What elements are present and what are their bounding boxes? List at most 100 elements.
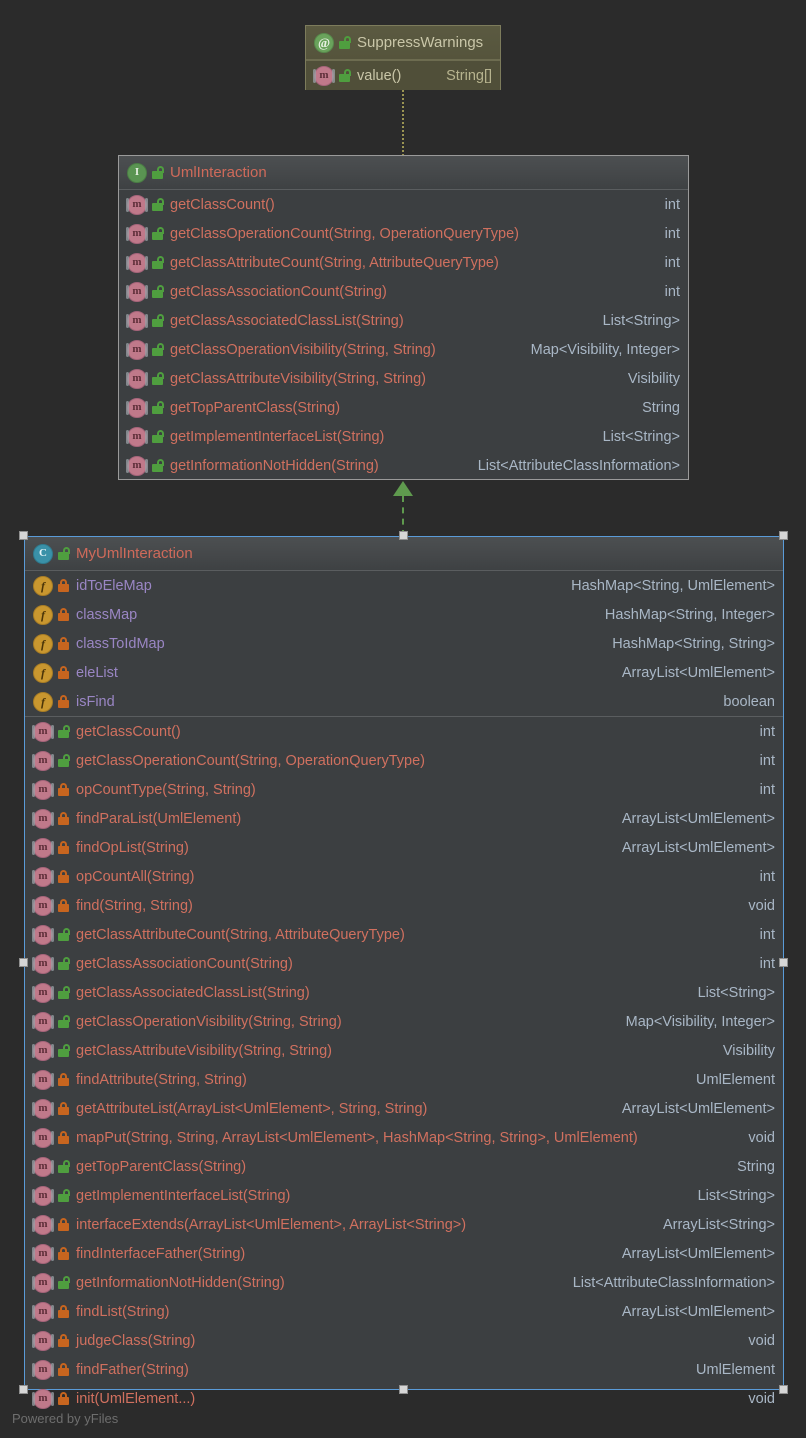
public-lock-icon — [152, 285, 164, 298]
method-row[interactable]: m getClassAttributeVisibility(String, Str… — [25, 1036, 783, 1065]
method-icon: m — [32, 1301, 54, 1322]
method-row[interactable]: m interfaceExtends(ArrayList<UmlElement>,… — [25, 1210, 783, 1239]
member-return-type: String[] — [446, 67, 492, 84]
private-lock-icon — [58, 1131, 69, 1144]
method-row[interactable]: m getTopParentClass(String) String — [25, 1152, 783, 1181]
method-name: getTopParentClass(String) — [170, 399, 341, 416]
method-icon: m — [32, 1069, 54, 1090]
method-row[interactable]: m getAttributeList(ArrayList<UmlElement>,… — [25, 1094, 783, 1123]
method-row[interactable]: m findInterfaceFather(String) ArrayList<Um… — [25, 1239, 783, 1268]
public-lock-icon — [152, 459, 164, 472]
public-lock-icon — [152, 198, 164, 211]
method-name: findFather(String) — [76, 1361, 189, 1378]
method-row[interactable]: m getClassOperationVisibility(String, Str… — [25, 1007, 783, 1036]
method-icon: m — [126, 339, 148, 360]
method-row[interactable]: m findParaList(UmlElement) ArrayList<UmlEl… — [25, 804, 783, 833]
selection-handle-top-left[interactable] — [19, 531, 28, 540]
field-row[interactable]: f isFind boolean — [25, 687, 783, 716]
class-to-interface-edge — [402, 496, 404, 536]
method-name: getClassCount() — [170, 196, 275, 213]
node-suppresswarnings[interactable]: @ SuppressWarnings m value() String[] — [305, 25, 501, 90]
public-lock-icon — [58, 1044, 70, 1057]
selection-handle-top-right[interactable] — [779, 531, 788, 540]
method-row[interactable]: m getClassCount() int — [119, 190, 688, 219]
selection-handle-bottom-right[interactable] — [779, 1385, 788, 1394]
class-icon: C — [33, 543, 53, 564]
method-row[interactable]: m getClassCount() int — [25, 717, 783, 746]
selection-handle-top-center[interactable] — [399, 531, 408, 540]
method-icon: m — [32, 1272, 54, 1293]
private-lock-icon — [58, 1334, 69, 1347]
return-type: HashMap<String, String> — [612, 635, 775, 652]
field-row[interactable]: f classMap HashMap<String, Integer> — [25, 600, 783, 629]
selection-handle-middle-left[interactable] — [19, 958, 28, 967]
method-row[interactable]: m getClassAssociatedClassList(String) List… — [119, 306, 688, 335]
method-icon: m — [313, 65, 335, 86]
method-icon: m — [32, 1098, 54, 1119]
method-row[interactable]: m opCountType(String, String) int — [25, 775, 783, 804]
selection-handle-middle-right[interactable] — [779, 958, 788, 967]
return-type: ArrayList<String> — [662, 1216, 775, 1233]
node-myumlinteraction[interactable]: C MyUmlInteraction f idToEleMap HashMap<St… — [24, 536, 784, 1409]
method-row[interactable]: m find(String, String) void — [25, 891, 783, 920]
method-row[interactable]: m getInformationNotHidden(String) List<Att… — [119, 451, 688, 480]
field-row[interactable]: f eleList ArrayList<UmlElement> — [25, 658, 783, 687]
return-type: int — [664, 196, 680, 213]
method-row[interactable]: m opCountAll(String) int — [25, 862, 783, 891]
method-row[interactable]: m mapPut(String, String, ArrayList<UmlEle… — [25, 1123, 783, 1152]
private-lock-icon — [58, 1363, 69, 1376]
public-lock-icon — [152, 430, 164, 443]
method-row[interactable]: m getClassAssociatedClassList(String) List… — [25, 978, 783, 1007]
method-row[interactable]: m getClassAttributeVisibility(String, Str… — [119, 364, 688, 393]
field-row[interactable]: f idToEleMap HashMap<String, UmlElement> — [25, 571, 783, 600]
method-name: getClassAssociatedClassList(String) — [76, 984, 310, 1001]
private-lock-icon — [58, 579, 69, 592]
return-type: ArrayList<UmlElement> — [621, 1100, 775, 1117]
method-row[interactable]: m findFather(String) UmlElement — [25, 1355, 783, 1384]
method-name: getClassAssociatedClassList(String) — [170, 312, 404, 329]
method-row[interactable]: m getClassOperationCount(String, Operatio… — [25, 746, 783, 775]
selection-handle-bottom-center[interactable] — [399, 1385, 408, 1394]
method-row[interactable]: m getTopParentClass(String) String — [119, 393, 688, 422]
class-name: MyUmlInteraction — [76, 545, 193, 562]
public-lock-icon — [152, 314, 164, 327]
return-type: ArrayList<UmlElement> — [621, 1245, 775, 1262]
return-type: UmlElement — [696, 1071, 775, 1088]
field-name: classMap — [76, 606, 138, 623]
method-row[interactable]: m getClassAssociationCount(String) int — [25, 949, 783, 978]
public-lock-icon — [58, 928, 70, 941]
method-row[interactable]: m getClassOperationVisibility(String, Str… — [119, 335, 688, 364]
selection-handle-bottom-left[interactable] — [19, 1385, 28, 1394]
public-lock-icon — [339, 69, 351, 82]
node-umlinteraction[interactable]: I UmlInteraction m getClassCount() int m get… — [118, 155, 689, 480]
public-lock-icon — [58, 986, 70, 999]
method-row[interactable]: m getInformationNotHidden(String) List<Att… — [25, 1268, 783, 1297]
method-row[interactable]: m findOpList(String) ArrayList<UmlElement> — [25, 833, 783, 862]
method-row[interactable]: m getImplementInterfaceList(String) List<S… — [25, 1181, 783, 1210]
method-row[interactable]: m findAttribute(String, String) UmlElement — [25, 1065, 783, 1094]
field-row[interactable]: f classToIdMap HashMap<String, String> — [25, 629, 783, 658]
public-lock-icon — [152, 372, 164, 385]
method-icon: m — [32, 1243, 54, 1264]
method-row[interactable]: m getClassAssociationCount(String) int — [119, 277, 688, 306]
return-type: ArrayList<UmlElement> — [621, 664, 775, 681]
method-row[interactable]: m getClassAttributeCount(String, Attribut… — [25, 920, 783, 949]
method-row[interactable]: m judgeClass(String) void — [25, 1326, 783, 1355]
method-name: mapPut(String, String, ArrayList<UmlElem… — [76, 1129, 638, 1146]
method-icon: m — [32, 1011, 54, 1032]
method-name: findList(String) — [76, 1303, 170, 1320]
method-row[interactable]: m findList(String) ArrayList<UmlElement> — [25, 1297, 783, 1326]
return-type: void — [748, 897, 775, 914]
annotation-member-row[interactable]: m value() String[] — [306, 60, 500, 90]
public-lock-icon — [58, 1015, 70, 1028]
class-method-section: m getClassCount() int m getClassOperationCou… — [25, 716, 783, 1413]
method-row[interactable]: m getClassAttributeCount(String, Attribut… — [119, 248, 688, 277]
method-row[interactable]: m getImplementInterfaceList(String) List<S… — [119, 422, 688, 451]
method-name: init(UmlElement...) — [76, 1390, 196, 1407]
field-name: classToIdMap — [76, 635, 165, 652]
method-name: getClassCount() — [76, 723, 181, 740]
method-icon: m — [32, 866, 54, 887]
field-name: idToEleMap — [76, 577, 152, 594]
method-row[interactable]: m getClassOperationCount(String, Operatio… — [119, 219, 688, 248]
field-icon: f — [33, 662, 53, 683]
